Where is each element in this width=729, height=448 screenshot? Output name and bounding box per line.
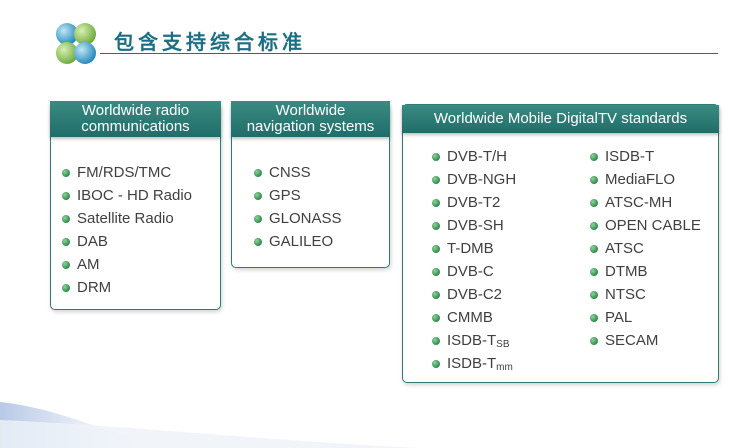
bullet-icon: [254, 237, 262, 246]
four-circles-logo-icon: [56, 23, 96, 64]
list-item: DVB-T/H: [432, 145, 516, 168]
list-item: ISDB-T mm: [432, 352, 516, 375]
decorative-swoosh: [0, 402, 420, 448]
list-item: ATSC: [590, 237, 701, 260]
list-item: DVB-C2: [432, 283, 516, 306]
card-title-line: Worldwide: [275, 102, 346, 119]
bullet-icon: [590, 313, 598, 322]
list-item: GALILEO: [254, 230, 342, 253]
card-title-line: communications: [81, 118, 190, 135]
bullet-icon: [62, 191, 70, 200]
bullet-icon: [62, 260, 70, 269]
bullet-icon: [62, 237, 70, 246]
card-navigation-systems: Worldwide navigation systems CNSS GPS GL…: [231, 101, 390, 268]
bullet-icon: [590, 198, 598, 207]
bullet-icon: [432, 359, 440, 368]
bullet-icon: [432, 336, 440, 345]
bullet-icon: [254, 214, 262, 223]
list-item: NTSC: [590, 283, 701, 306]
list-item: GLONASS: [254, 207, 342, 230]
bullet-icon: [590, 267, 598, 276]
bullet-icon: [432, 267, 440, 276]
bullet-icon: [590, 290, 598, 299]
list-item: DVB-C: [432, 260, 516, 283]
bullet-icon: [432, 244, 440, 253]
subscript: SB: [496, 339, 510, 350]
card-title-line: Worldwide radio: [81, 102, 190, 119]
page-title: 包含支持综合标准: [114, 30, 306, 54]
list-item: DRM: [62, 276, 192, 299]
tv-standards-list-right: ISDB-T MediaFLO ATSC-MH OPEN CABLE ATSC …: [590, 145, 701, 352]
list-item: FM/RDS/TMC: [62, 161, 192, 184]
list-item: T-DMB: [432, 237, 516, 260]
bullet-icon: [62, 214, 70, 223]
bullet-icon: [432, 313, 440, 322]
list-item: SECAM: [590, 329, 701, 352]
list-item: IBOC - HD Radio: [62, 184, 192, 207]
card-radio-communications: Worldwide radio communications FM/RDS/TM…: [50, 101, 221, 310]
bullet-icon: [432, 175, 440, 184]
bullet-icon: [590, 336, 598, 345]
navigation-list: CNSS GPS GLONASS GALILEO: [254, 161, 342, 253]
bullet-icon: [590, 244, 598, 253]
list-item: CNSS: [254, 161, 342, 184]
bullet-icon: [432, 152, 440, 161]
card-title-line: Worldwide Mobile DigitalTV standards: [433, 110, 688, 127]
list-item: MediaFLO: [590, 168, 701, 191]
list-item: Satellite Radio: [62, 207, 192, 230]
card-header: Worldwide Mobile DigitalTV standards: [402, 105, 719, 133]
card-title-line: navigation systems: [246, 118, 375, 135]
list-item: DAB: [62, 230, 192, 253]
bullet-icon: [254, 191, 262, 200]
bullet-icon: [432, 198, 440, 207]
list-item: DTMB: [590, 260, 701, 283]
bullet-icon: [590, 175, 598, 184]
bullet-icon: [254, 168, 262, 177]
list-item: ATSC-MH: [590, 191, 701, 214]
list-item: PAL: [590, 306, 701, 329]
title-divider: [100, 53, 718, 54]
list-item: GPS: [254, 184, 342, 207]
bullet-icon: [62, 283, 70, 292]
list-item: ISDB-T: [590, 145, 701, 168]
bullet-icon: [62, 168, 70, 177]
radio-list: FM/RDS/TMC IBOC - HD Radio Satellite Rad…: [62, 161, 192, 299]
subscript: mm: [496, 362, 513, 373]
card-mobile-tv-standards: Worldwide Mobile DigitalTV standards DVB…: [402, 104, 719, 383]
list-item: AM: [62, 253, 192, 276]
bullet-icon: [590, 152, 598, 161]
list-item: DVB-T2: [432, 191, 516, 214]
list-item: DVB-NGH: [432, 168, 516, 191]
list-item: DVB-SH: [432, 214, 516, 237]
bullet-icon: [432, 290, 440, 299]
list-item: OPEN CABLE: [590, 214, 701, 237]
tv-standards-list-left: DVB-T/H DVB-NGH DVB-T2 DVB-SH T-DMB DVB-…: [432, 145, 516, 375]
list-item: CMMB: [432, 306, 516, 329]
bullet-icon: [590, 221, 598, 230]
bullet-icon: [432, 221, 440, 230]
list-item: ISDB-T SB: [432, 329, 516, 352]
card-header: Worldwide navigation systems: [231, 101, 390, 137]
card-header: Worldwide radio communications: [50, 101, 221, 137]
